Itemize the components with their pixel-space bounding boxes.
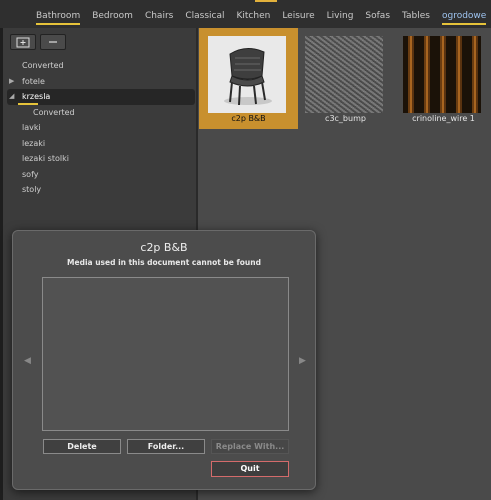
thumbnail-label: crinoline_wire 1: [412, 114, 475, 123]
tree-item-label: sofy: [22, 169, 39, 179]
collapse-arrow-icon[interactable]: ◢: [9, 89, 14, 105]
quit-button[interactable]: Quit: [211, 461, 289, 477]
tree-item-krzesla-converted[interactable]: Converted: [3, 102, 196, 121]
remove-folder-button[interactable]: [40, 34, 66, 50]
tree-item-label: lavki: [22, 123, 41, 132]
category-tree: Converted ▶ fotele ◢ krzesla Converted lav…: [3, 58, 196, 198]
tree-item-lavki[interactable]: lavki: [3, 120, 196, 136]
top-indicator: [255, 0, 277, 2]
add-folder-button[interactable]: [10, 34, 36, 50]
tab-ogrodowe[interactable]: ogrodowe: [436, 10, 491, 28]
tab-tables[interactable]: Tables: [396, 10, 436, 28]
chair-preview-image: [208, 36, 286, 113]
thumbnail-crinoline-wire[interactable]: crinoline_wire 1: [394, 28, 491, 129]
missing-media-list[interactable]: [42, 277, 289, 431]
tree-item-label: krzesla: [22, 92, 51, 101]
tree-item-fotele[interactable]: ▶ fotele: [3, 74, 196, 90]
minus-icon: [49, 41, 57, 43]
missing-media-dialog: c2p B&B Media used in this document cann…: [12, 230, 316, 490]
tree-item-stoly[interactable]: stoly: [3, 182, 196, 198]
tree-item-label: fotele: [22, 76, 45, 86]
tab-kitchen[interactable]: Kitchen: [231, 10, 277, 28]
tree-item-label: stoly: [22, 185, 42, 194]
tree-item-lezaki-stolki[interactable]: lezaki stolki: [3, 151, 196, 167]
replace-with-button: Replace With...: [211, 439, 289, 454]
tab-bedroom[interactable]: Bedroom: [86, 10, 139, 28]
folder-button[interactable]: Folder...: [127, 439, 205, 454]
thumbnail-label: c2p B&B: [231, 114, 266, 123]
bump-texture-preview: [305, 36, 383, 113]
tree-item-lezaki[interactable]: lezaki: [3, 136, 196, 152]
tab-bathroom[interactable]: Bathroom: [30, 10, 86, 28]
underline-marker: [18, 102, 38, 105]
tree-item-label: Converted: [22, 61, 64, 70]
delete-button[interactable]: Delete: [43, 439, 121, 454]
tab-sofas[interactable]: Sofas: [359, 10, 396, 28]
tree-item-sofy[interactable]: sofy: [3, 167, 196, 183]
tab-living[interactable]: Living: [321, 10, 360, 28]
category-tab-bar: Bathroom Bedroom Chairs Classical Kitche…: [0, 0, 491, 29]
tree-item-label: lezaki: [22, 138, 46, 148]
tree-item-label: Converted: [33, 107, 75, 117]
next-arrow-icon[interactable]: ▶: [299, 356, 306, 366]
dialog-title: c2p B&B: [140, 241, 188, 254]
expand-arrow-icon[interactable]: ▶: [9, 74, 14, 90]
add-folder-icon: [16, 37, 30, 47]
tab-leisure[interactable]: Leisure: [276, 10, 320, 28]
wire-texture-preview: [403, 36, 481, 113]
thumbnail-c3c-bump[interactable]: c3c_bump: [296, 28, 395, 129]
dialog-message: Media used in this document cannot be fo…: [67, 258, 261, 267]
thumbnail-label: c3c_bump: [325, 114, 366, 123]
chair-icon: [224, 48, 272, 106]
tab-chairs[interactable]: Chairs: [139, 10, 179, 28]
tree-item-converted[interactable]: Converted: [3, 58, 196, 74]
tab-classical[interactable]: Classical: [179, 10, 230, 28]
previous-arrow-icon[interactable]: ◀: [24, 356, 31, 366]
thumbnail-c2p-bb[interactable]: c2p B&B: [199, 28, 298, 129]
tree-item-label: lezaki stolki: [22, 154, 69, 163]
